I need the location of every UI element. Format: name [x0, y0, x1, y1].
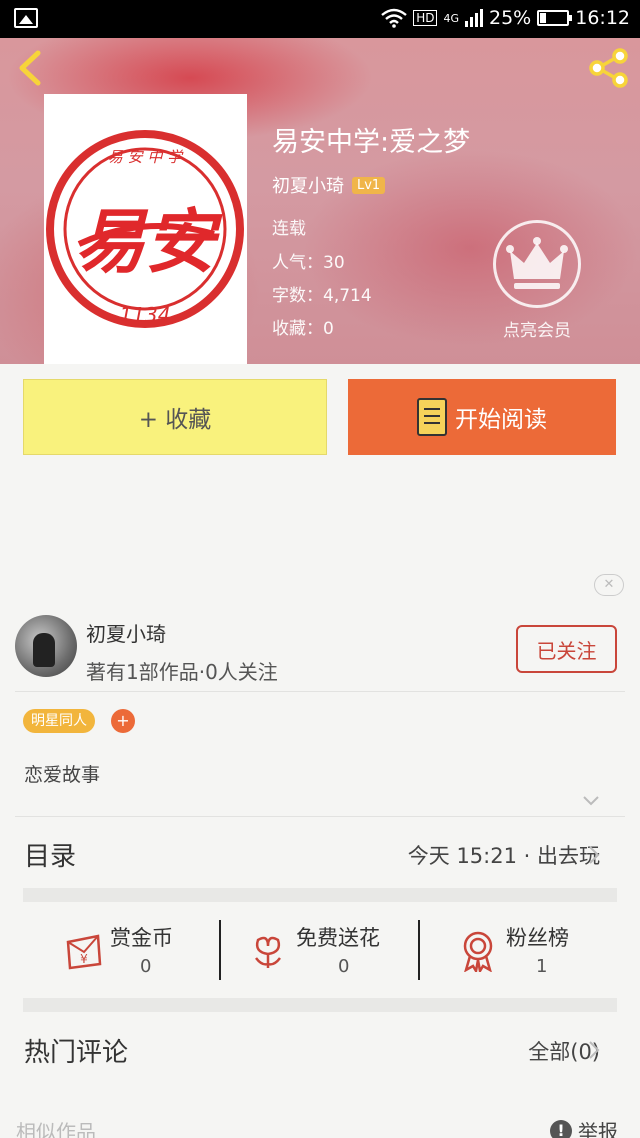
wifi-icon [381, 8, 407, 28]
fans-label: 粉丝榜 [506, 926, 569, 950]
svg-text:易安: 易安 [75, 200, 223, 283]
hot-comments-title: 热门评论 [24, 1038, 129, 1068]
section-band [23, 998, 617, 1012]
fans-value: 1 [536, 956, 548, 977]
add-tag-button[interactable]: + [111, 709, 135, 733]
share-icon[interactable] [586, 48, 630, 88]
book-title: 易安中学:爱之梦 [272, 127, 471, 158]
clock: 16:12 [575, 7, 630, 29]
flowers-value: 0 [338, 956, 350, 977]
level-badge: Lv1 [352, 176, 386, 194]
serial-status: 连载 [272, 219, 306, 239]
svg-text:1134: 1134 [120, 303, 171, 327]
collection-count: 收藏：0 [272, 319, 334, 339]
vip-button[interactable]: 点亮会员 [492, 220, 582, 341]
chevron-right-icon [589, 846, 600, 864]
school-seal-logo: 易 安 中 学 易安 1134 [46, 130, 244, 328]
close-ad-button[interactable]: ✕ [594, 574, 624, 596]
svg-text:¥: ¥ [80, 952, 88, 966]
flowers-label: 免费送花 [296, 926, 380, 950]
gallery-icon [14, 8, 38, 28]
svg-text:易 安 中 学: 易 安 中 学 [108, 148, 184, 166]
book-cover[interactable]: 易 安 中 学 易安 1134 [44, 94, 247, 364]
collect-button[interactable]: + 收藏 [23, 379, 327, 455]
flower-icon [255, 936, 281, 968]
similar-works-title: 相似作品 [16, 1120, 96, 1138]
author-name[interactable]: 初夏小琦 [86, 618, 166, 647]
signal-icon [465, 9, 483, 27]
section-band [23, 888, 617, 902]
battery-percent: 25% [489, 7, 532, 29]
divider [15, 691, 625, 692]
chevron-down-icon[interactable] [582, 795, 600, 807]
hd-indicator: HD [413, 10, 438, 26]
report-label: 举报 [578, 1120, 618, 1138]
chevron-right-icon [589, 1041, 600, 1059]
divider [15, 816, 625, 817]
report-button[interactable]: ! 举报 [550, 1116, 618, 1138]
reward-value: 0 [140, 956, 152, 977]
reward-label: 赏金币 [110, 926, 173, 950]
network-type: 4G [443, 11, 459, 25]
tag-item[interactable]: 明星同人 [23, 709, 95, 733]
exclamation-icon: ! [550, 1119, 572, 1138]
battery-icon [537, 10, 573, 26]
stat-separator [219, 920, 221, 980]
status-bar: HD 4G 25% 16:12 [0, 0, 640, 38]
red-envelope-icon: ¥ [66, 934, 102, 970]
medal-icon [463, 931, 493, 972]
fans-ranking[interactable]: 粉丝榜 1 [460, 918, 620, 982]
vip-label: 点亮会员 [503, 321, 571, 341]
toc-title[interactable]: 目录 [24, 836, 76, 873]
follow-button[interactable]: 已关注 [516, 625, 617, 673]
book-author[interactable]: 初夏小琦 [272, 172, 344, 198]
word-count: 字数：4,714 [272, 286, 372, 306]
free-flowers[interactable]: 免费送花 0 [250, 918, 420, 982]
crown-icon [493, 220, 581, 308]
author-stats: 著有1部作品·0人关注 [86, 660, 278, 684]
avatar[interactable] [15, 615, 77, 677]
stat-separator [418, 920, 420, 980]
reward-coins[interactable]: ¥ 赏金币 0 [60, 918, 220, 982]
popularity: 人气：30 [272, 253, 345, 273]
back-icon[interactable] [14, 50, 48, 86]
start-reading-button[interactable]: 开始阅读 [348, 379, 616, 455]
start-reading-label: 开始阅读 [455, 407, 547, 433]
book-header: 易 安 中 学 易安 1134 易安中学:爱之梦 初夏小琦 Lv1 连载 人气：… [0, 38, 640, 364]
book-intro: 恋爱故事 [24, 764, 101, 786]
book-icon [417, 398, 447, 436]
toc-latest-chapter[interactable]: 今天 15:21 · 出去玩 [408, 840, 600, 870]
